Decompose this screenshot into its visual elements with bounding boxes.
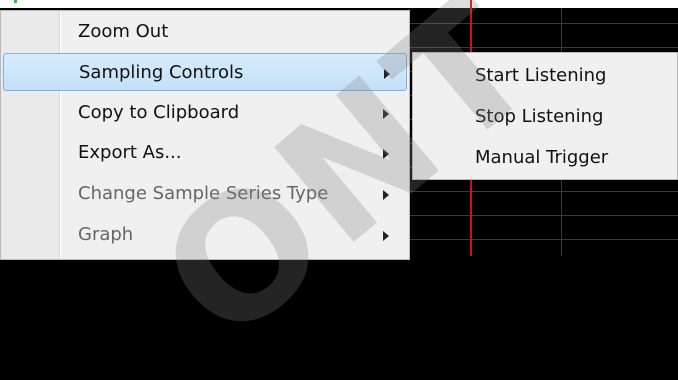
- menu-item-zoom-out[interactable]: Zoom Out: [3, 13, 407, 51]
- series-marker: [14, 0, 17, 3]
- menu-item-label: Export As...: [78, 142, 182, 163]
- submenu-arrow-icon: [383, 149, 389, 159]
- menu-item-export-as[interactable]: Export As...: [3, 134, 407, 172]
- menu-item-change-sample-series-type[interactable]: Change Sample Series Type: [3, 175, 407, 213]
- submenu-arrow-icon: [383, 231, 389, 241]
- submenu-arrow-icon: [383, 190, 389, 200]
- context-menu: Zoom Out Sampling Controls Copy to Clipb…: [0, 10, 410, 260]
- submenu-item-manual-trigger[interactable]: Manual Trigger: [413, 137, 677, 177]
- submenu-arrow-icon: [383, 109, 389, 119]
- submenu-item-start-listening[interactable]: Start Listening: [413, 55, 677, 95]
- menu-item-label: Zoom Out: [78, 21, 169, 42]
- sampling-controls-submenu: Start Listening Stop Listening Manual Tr…: [412, 52, 678, 180]
- chart-top-border: [0, 0, 678, 8]
- submenu-item-stop-listening[interactable]: Stop Listening: [413, 96, 677, 136]
- menu-item-label: Graph: [78, 224, 134, 245]
- menu-item-copy-to-clipboard[interactable]: Copy to Clipboard: [3, 94, 407, 132]
- menu-item-sampling-controls[interactable]: Sampling Controls: [3, 53, 407, 91]
- menu-item-label: Change Sample Series Type: [78, 183, 329, 204]
- submenu-arrow-icon: [384, 69, 390, 79]
- submenu-item-label: Stop Listening: [475, 106, 604, 127]
- menu-item-graph[interactable]: Graph: [3, 216, 407, 254]
- submenu-item-label: Start Listening: [475, 65, 607, 86]
- menu-item-label: Sampling Controls: [79, 62, 244, 83]
- submenu-item-label: Manual Trigger: [475, 147, 609, 168]
- menu-item-label: Copy to Clipboard: [78, 102, 240, 123]
